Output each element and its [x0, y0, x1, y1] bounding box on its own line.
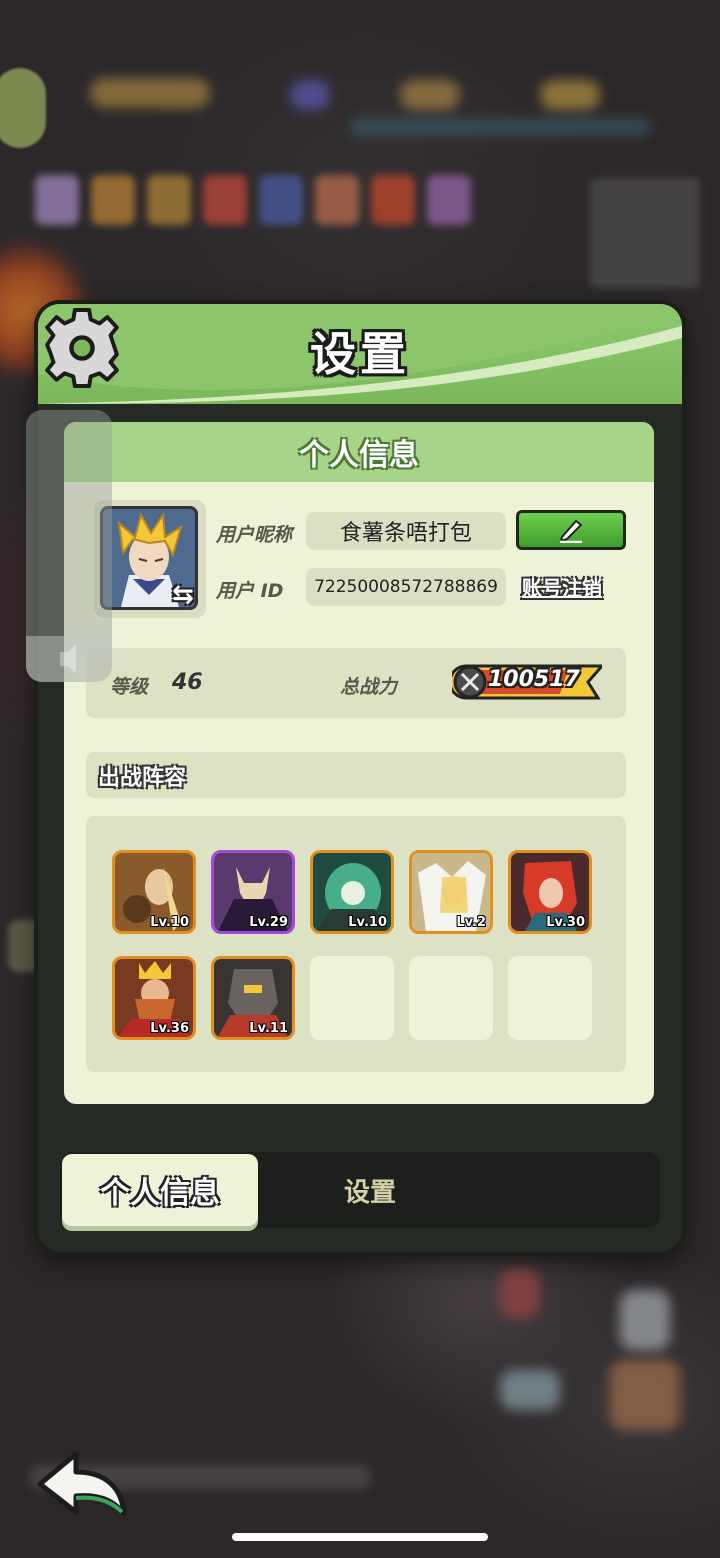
- pencil-icon: [559, 519, 583, 543]
- dialog-tab-bar: 个人信息 设置: [60, 1152, 660, 1228]
- hero-slot-6[interactable]: Lv.36: [112, 956, 196, 1040]
- hero-level: Lv.36: [150, 1021, 189, 1036]
- lineup-header: 出战阵容: [86, 752, 626, 798]
- settings-dialog: 设置 个人信息 ⇆ 用户昵称 食薯条唔打包 用户 ID 722500085727…: [38, 304, 682, 1252]
- hero-level: Lv.2: [456, 915, 486, 930]
- lineup-grid: Lv.10 Lv.29 Lv.10 Lv.2 Lv.30 Lv.36 Lv.11: [86, 816, 626, 1072]
- empty-slot[interactable]: [508, 956, 592, 1040]
- level-label: 等级: [110, 676, 149, 698]
- tab-personal-info[interactable]: 个人信息: [62, 1154, 258, 1226]
- dialog-title: 设置: [310, 327, 410, 381]
- blurred-minimap: [590, 178, 700, 288]
- empty-slot[interactable]: [310, 956, 394, 1040]
- lineup-title: 出战阵容: [98, 766, 187, 791]
- speaker-icon: [60, 644, 76, 674]
- tab-settings[interactable]: 设置: [290, 1154, 450, 1226]
- hero-slot-4[interactable]: Lv.2: [409, 850, 493, 934]
- power-label: 总战力: [340, 676, 398, 698]
- hero-level: Lv.10: [348, 915, 387, 930]
- hero-level: Lv.30: [546, 915, 585, 930]
- edit-nickname-button[interactable]: [516, 510, 626, 550]
- swap-avatar-icon[interactable]: ⇆: [172, 580, 194, 610]
- panel-title: 个人信息: [64, 422, 654, 482]
- volume-overlay-bottom: [26, 636, 112, 682]
- level-value: 46: [172, 670, 203, 695]
- hero-slot-1[interactable]: Lv.10: [112, 850, 196, 934]
- blurred-portrait-row: [35, 175, 471, 225]
- power-badge: 100517: [452, 662, 602, 702]
- home-indicator[interactable]: [232, 1533, 488, 1541]
- hero-level: Lv.29: [249, 915, 288, 930]
- hero-slot-5[interactable]: Lv.30: [508, 850, 592, 934]
- empty-slot[interactable]: [409, 956, 493, 1040]
- hero-slot-3[interactable]: Lv.10: [310, 850, 394, 934]
- dialog-header: 设置: [38, 304, 682, 404]
- user-id-label: 用户 ID: [216, 580, 284, 602]
- hero-level: Lv.11: [249, 1021, 288, 1036]
- top-left-circle: [0, 68, 46, 148]
- nickname-field: 食薯条唔打包: [306, 512, 506, 550]
- hero-slot-2[interactable]: Lv.29: [211, 850, 295, 934]
- hero-level: Lv.10: [150, 915, 189, 930]
- volume-overlay: [26, 410, 112, 682]
- back-arrow-icon[interactable]: [36, 1448, 130, 1520]
- delete-account-link[interactable]: 账号注销: [522, 572, 602, 601]
- nickname-label: 用户昵称: [216, 524, 293, 546]
- user-id-field: 72250008572788869: [306, 568, 506, 606]
- stats-row: 等级 46 总战力 100517: [86, 648, 626, 718]
- personal-info-panel: 个人信息 ⇆ 用户昵称 食薯条唔打包 用户 ID 722500085727888…: [64, 422, 654, 1104]
- power-value: 100517: [488, 667, 580, 692]
- hero-slot-7[interactable]: Lv.11: [211, 956, 295, 1040]
